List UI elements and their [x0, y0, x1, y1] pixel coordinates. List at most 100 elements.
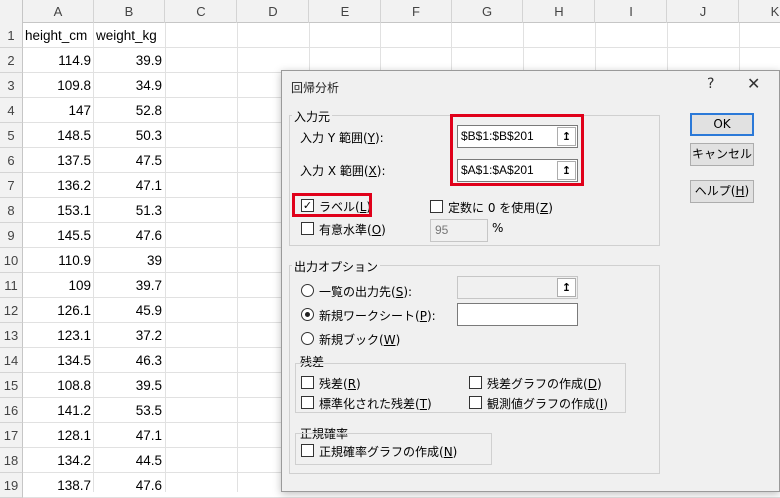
cell-a[interactable]: 141.2: [23, 398, 94, 423]
row-header[interactable]: 1: [0, 23, 23, 48]
column-header[interactable]: F: [381, 0, 452, 23]
standardized-residuals-label: 標準化された残差(T): [319, 397, 432, 411]
row-header[interactable]: 17: [0, 423, 23, 448]
select-all-corner[interactable]: [0, 0, 23, 23]
column-header[interactable]: A: [23, 0, 94, 23]
column-header[interactable]: D: [238, 0, 309, 23]
row-header[interactable]: 8: [0, 198, 23, 223]
cell-a[interactable]: height_cm: [23, 23, 94, 48]
row-header[interactable]: 9: [0, 223, 23, 248]
x-range-label: 入力 X 範囲(X):: [300, 164, 386, 178]
standardized-residuals-checkbox[interactable]: [301, 396, 314, 409]
new-worksheet-input[interactable]: [457, 303, 578, 326]
cell-a[interactable]: 134.5: [23, 348, 94, 373]
cell-b[interactable]: 52.8: [94, 98, 165, 123]
cell-a[interactable]: 147: [23, 98, 94, 123]
line-fit-plots-checkbox[interactable]: [469, 396, 482, 409]
row-header[interactable]: 19: [0, 473, 23, 498]
cell-b[interactable]: 34.9: [94, 73, 165, 98]
cell-b[interactable]: 39.9: [94, 48, 165, 73]
column-header[interactable]: E: [310, 0, 381, 23]
residual-plots-checkbox[interactable]: [469, 376, 482, 389]
cell-a[interactable]: 109: [23, 273, 94, 298]
cell-a[interactable]: 114.9: [23, 48, 94, 73]
cell-b[interactable]: 37.2: [94, 323, 165, 348]
cell-a[interactable]: 134.2: [23, 448, 94, 473]
cell-b[interactable]: 39.5: [94, 373, 165, 398]
row-header[interactable]: 3: [0, 73, 23, 98]
cell-b[interactable]: 47.5: [94, 148, 165, 173]
constant-zero-label: 定数に 0 を使用(Z): [448, 201, 553, 215]
cell-b[interactable]: 39: [94, 248, 165, 273]
constant-zero-checkbox[interactable]: [430, 200, 443, 213]
row-header[interactable]: 12: [0, 298, 23, 323]
new-workbook-radio[interactable]: [301, 332, 314, 345]
output-group-label: 出力オプション: [292, 258, 381, 275]
cell-a[interactable]: 145.5: [23, 223, 94, 248]
row-header[interactable]: 10: [0, 248, 23, 273]
cancel-button[interactable]: キャンセル: [690, 143, 754, 166]
range-highlight-box: [450, 114, 584, 186]
cell-b[interactable]: weight_kg: [94, 23, 165, 48]
output-range-label: 一覧の出力先(S):: [319, 285, 413, 299]
column-header[interactable]: K: [740, 0, 780, 23]
cell-a[interactable]: 138.7: [23, 473, 94, 498]
output-range-input[interactable]: ↥: [457, 276, 578, 299]
cell-b[interactable]: 47.6: [94, 473, 165, 498]
cell-a[interactable]: 136.2: [23, 173, 94, 198]
row-header[interactable]: 11: [0, 273, 23, 298]
column-header[interactable]: C: [166, 0, 237, 23]
row-header[interactable]: 13: [0, 323, 23, 348]
cell-a[interactable]: 153.1: [23, 198, 94, 223]
row-header[interactable]: 7: [0, 173, 23, 198]
cell-b[interactable]: 45.9: [94, 298, 165, 323]
row-header[interactable]: 2: [0, 48, 23, 73]
cell-a[interactable]: 109.8: [23, 73, 94, 98]
new-worksheet-label: 新規ワークシート(P):: [319, 309, 436, 323]
cell-b[interactable]: 50.3: [94, 123, 165, 148]
cell-b[interactable]: 47.1: [94, 173, 165, 198]
residual-plots-label: 残差グラフの作成(D): [487, 377, 602, 391]
output-range-radio[interactable]: [301, 284, 314, 297]
cell-a[interactable]: 108.8: [23, 373, 94, 398]
normal-probability-checkbox[interactable]: [301, 444, 314, 457]
cell-a[interactable]: 110.9: [23, 248, 94, 273]
cell-a[interactable]: 128.1: [23, 423, 94, 448]
row-header[interactable]: 4: [0, 98, 23, 123]
row-header[interactable]: 16: [0, 398, 23, 423]
cell-b[interactable]: 47.1: [94, 423, 165, 448]
input-group-label: 入力元: [292, 108, 333, 125]
output-range-collapse-icon[interactable]: ↥: [557, 278, 576, 297]
confidence-level-checkbox[interactable]: [301, 222, 314, 235]
cell-b[interactable]: 47.6: [94, 223, 165, 248]
row-header[interactable]: 18: [0, 448, 23, 473]
column-header[interactable]: G: [452, 0, 523, 23]
cell-b[interactable]: 44.5: [94, 448, 165, 473]
new-worksheet-radio[interactable]: [301, 308, 314, 321]
cell-a[interactable]: 123.1: [23, 323, 94, 348]
cell-b[interactable]: 46.3: [94, 348, 165, 373]
column-header[interactable]: H: [524, 0, 595, 23]
cell-b[interactable]: 53.5: [94, 398, 165, 423]
ok-button[interactable]: OK: [690, 113, 754, 136]
help-button[interactable]: ヘルプ(H): [690, 180, 754, 203]
labels-highlight-box: [292, 193, 372, 217]
cell-b[interactable]: 39.7: [94, 273, 165, 298]
help-icon[interactable]: ?: [707, 76, 714, 92]
cell-a[interactable]: 137.5: [23, 148, 94, 173]
column-header[interactable]: B: [94, 0, 165, 23]
confidence-level-input[interactable]: 95: [430, 219, 488, 242]
cell-b[interactable]: 51.3: [94, 198, 165, 223]
residuals-checkbox[interactable]: [301, 376, 314, 389]
close-icon[interactable]: ✕: [747, 74, 760, 93]
line-fit-plots-label: 観測値グラフの作成(I): [487, 397, 608, 411]
column-header[interactable]: J: [668, 0, 739, 23]
cell-a[interactable]: 126.1: [23, 298, 94, 323]
row-header[interactable]: 5: [0, 123, 23, 148]
row-header[interactable]: 15: [0, 373, 23, 398]
row-header[interactable]: 14: [0, 348, 23, 373]
row-header[interactable]: 6: [0, 148, 23, 173]
cell-a[interactable]: 148.5: [23, 123, 94, 148]
normal-probability-label: 正規確率グラフの作成(N): [319, 445, 458, 459]
column-header[interactable]: I: [596, 0, 667, 23]
